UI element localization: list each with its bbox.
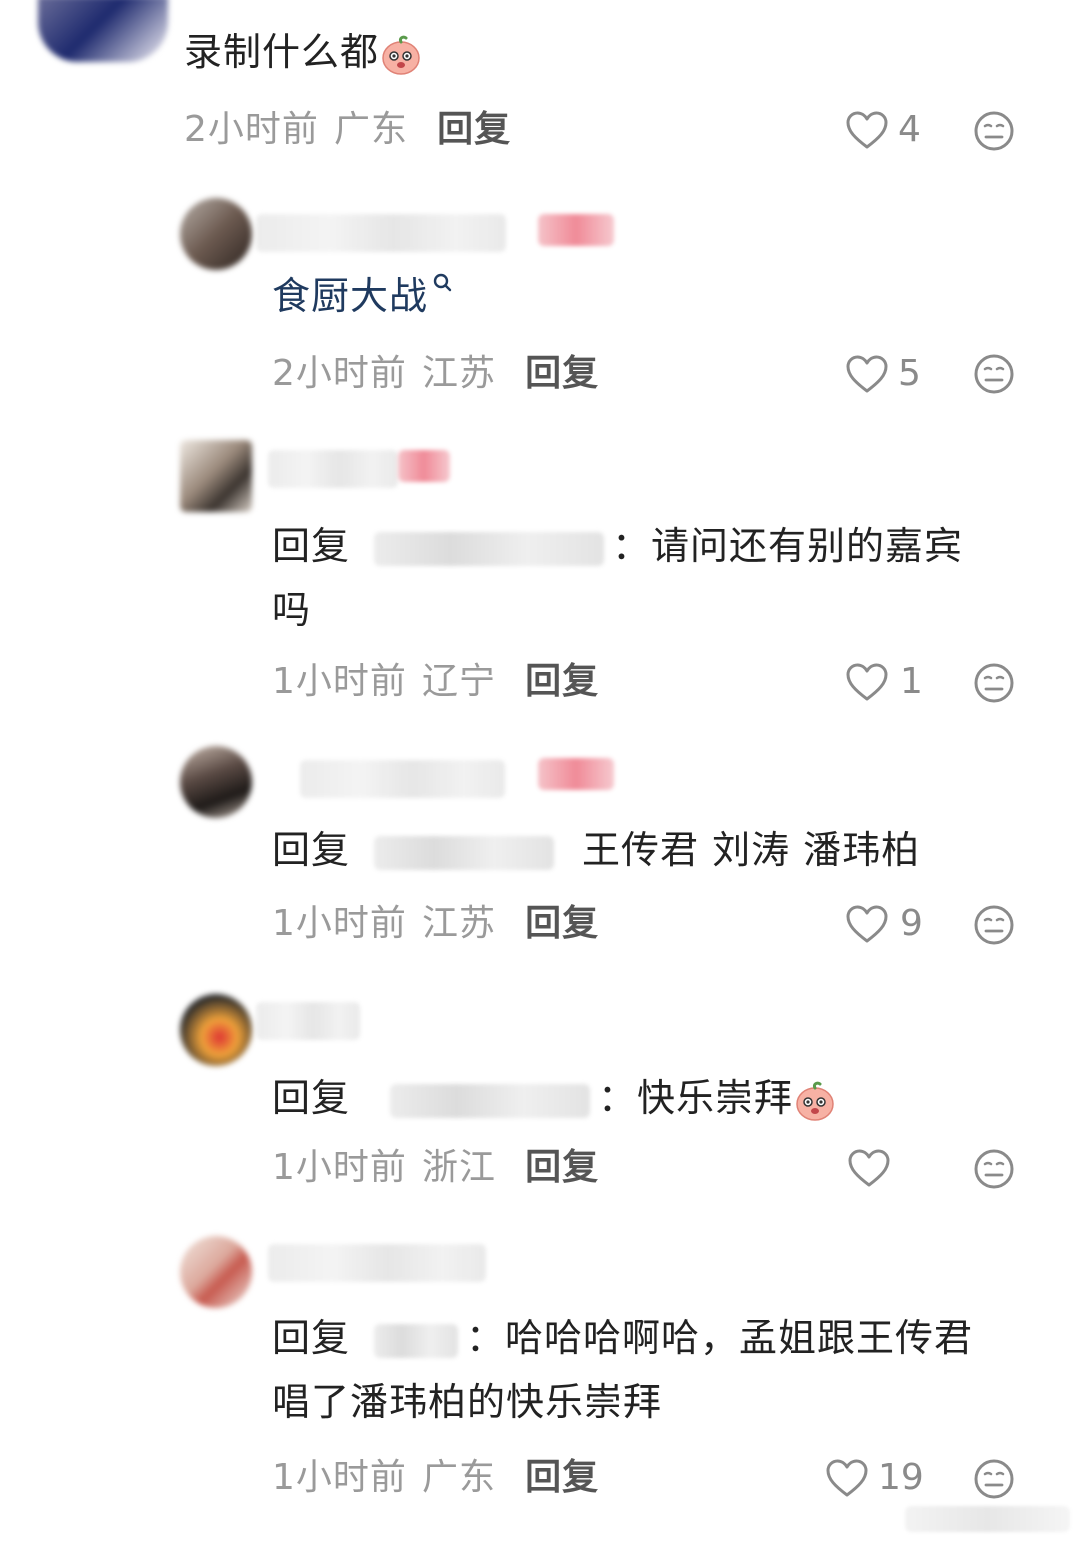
comment-location: 江苏 bbox=[422, 903, 497, 944]
like-count: 9 bbox=[900, 903, 923, 944]
comment-time: 1小时前 bbox=[272, 1147, 407, 1188]
neutral-face-icon[interactable] bbox=[973, 904, 1015, 946]
reply-button[interactable]: 回复 bbox=[525, 1457, 599, 1498]
reply-text: 回复 王传君 刘涛 潘玮柏 bbox=[272, 826, 920, 874]
comment-location: 广东 bbox=[334, 109, 409, 150]
reply-button[interactable]: 回复 bbox=[525, 1147, 599, 1188]
heart-outline-icon[interactable] bbox=[845, 662, 889, 702]
heart-outline-icon[interactable] bbox=[825, 1458, 869, 1498]
username-masked[interactable] bbox=[268, 450, 398, 488]
heart-outline-icon[interactable] bbox=[845, 110, 889, 150]
mentioned-user-masked[interactable] bbox=[374, 835, 555, 870]
reply-separator: ： bbox=[598, 1076, 638, 1120]
reply-text: 回复 ：请问还有别的嘉宾 bbox=[272, 522, 963, 570]
reply-content: 哈哈哈啊哈，孟姐跟王传君 bbox=[505, 1316, 974, 1360]
comment-content: 录制什么都 bbox=[184, 30, 380, 74]
comment-time: 1小时前 bbox=[272, 903, 407, 944]
peach-face-emoji bbox=[379, 33, 423, 77]
comment-time: 1小时前 bbox=[272, 661, 407, 702]
reply-text: 回复 ：快乐崇拜 bbox=[272, 1074, 837, 1123]
reply-content: 王传君 刘涛 潘玮柏 bbox=[582, 828, 921, 872]
reply-prefix: 回复 bbox=[272, 1316, 351, 1360]
like-count: 19 bbox=[878, 1457, 924, 1498]
neutral-face-icon[interactable] bbox=[973, 110, 1015, 152]
comment-meta: 2小时前 江苏 回复 bbox=[272, 352, 599, 396]
comment-meta: 2小时前 广东 回复 bbox=[184, 108, 511, 152]
mentioned-user-masked[interactable] bbox=[374, 1323, 459, 1358]
username-masked[interactable] bbox=[268, 1244, 486, 1282]
reply-text-line2: 唱了潘玮柏的快乐崇拜 bbox=[272, 1380, 663, 1424]
watermark bbox=[905, 1506, 1070, 1532]
comment-meta: 1小时前 辽宁 回复 bbox=[272, 660, 599, 704]
mentioned-user-masked[interactable] bbox=[374, 531, 605, 566]
reply-content: 快乐崇拜 bbox=[637, 1076, 794, 1120]
user-badge bbox=[538, 758, 614, 790]
reply-separator: ： bbox=[612, 524, 652, 568]
user-avatar[interactable] bbox=[180, 198, 252, 270]
like-count: 5 bbox=[898, 353, 921, 394]
neutral-face-icon[interactable] bbox=[973, 1458, 1015, 1500]
neutral-face-icon[interactable] bbox=[973, 662, 1015, 704]
comment-time: 1小时前 bbox=[272, 1457, 407, 1498]
heart-outline-icon[interactable] bbox=[845, 354, 889, 394]
user-avatar[interactable] bbox=[180, 994, 252, 1066]
reply-text[interactable]: 食厨大战 bbox=[272, 272, 454, 320]
reply-text: 回复 ：哈哈哈啊哈，孟姐跟王传君 bbox=[272, 1314, 973, 1362]
reply-separator: ： bbox=[466, 1316, 506, 1360]
reply-content: 请问还有别的嘉宾 bbox=[651, 524, 964, 568]
user-avatar[interactable] bbox=[38, 0, 168, 62]
comment-text: 录制什么都 bbox=[184, 28, 423, 77]
user-avatar[interactable] bbox=[180, 1236, 252, 1308]
search-icon[interactable] bbox=[432, 272, 454, 294]
comment-meta: 1小时前 广东 回复 bbox=[272, 1456, 599, 1500]
reply-button[interactable]: 回复 bbox=[525, 903, 599, 944]
like-count: 1 bbox=[900, 661, 923, 702]
username-masked[interactable] bbox=[300, 760, 505, 798]
user-badge bbox=[538, 214, 614, 246]
reply-button[interactable]: 回复 bbox=[525, 661, 599, 702]
neutral-face-icon[interactable] bbox=[973, 1148, 1015, 1190]
reply-prefix: 回复 bbox=[272, 828, 351, 872]
mentioned-user-masked[interactable] bbox=[390, 1083, 591, 1118]
username-masked[interactable] bbox=[256, 1002, 360, 1040]
user-avatar[interactable] bbox=[180, 746, 252, 818]
like-count: 4 bbox=[898, 109, 921, 150]
reply-button[interactable]: 回复 bbox=[525, 353, 599, 394]
comment-location: 江苏 bbox=[422, 353, 497, 394]
neutral-face-icon[interactable] bbox=[973, 353, 1015, 395]
username-masked[interactable] bbox=[256, 214, 506, 252]
user-badge bbox=[398, 450, 450, 482]
heart-outline-icon[interactable] bbox=[845, 904, 889, 944]
comment-location: 广东 bbox=[422, 1457, 497, 1498]
comment-location: 浙江 bbox=[422, 1147, 497, 1188]
comment-time: 2小时前 bbox=[272, 353, 407, 394]
comment-time: 2小时前 bbox=[184, 109, 319, 150]
comment-meta: 1小时前 江苏 回复 bbox=[272, 902, 599, 946]
search-link[interactable]: 食厨大战 bbox=[272, 274, 428, 318]
reply-prefix: 回复 bbox=[272, 1076, 351, 1120]
peach-face-emoji bbox=[793, 1079, 837, 1123]
comment-location: 辽宁 bbox=[422, 661, 497, 702]
reply-text-line2: 吗 bbox=[272, 588, 312, 632]
reply-prefix: 回复 bbox=[272, 524, 351, 568]
reply-button[interactable]: 回复 bbox=[437, 109, 511, 150]
user-avatar[interactable] bbox=[180, 440, 252, 512]
heart-outline-icon[interactable] bbox=[847, 1148, 891, 1188]
comment-meta: 1小时前 浙江 回复 bbox=[272, 1146, 599, 1190]
